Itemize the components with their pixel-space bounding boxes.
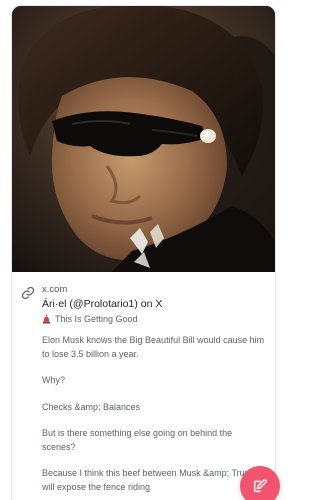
- link-subtitle-row: This Is Getting Good: [42, 313, 263, 326]
- link-domain: x.com: [42, 284, 68, 295]
- page: x.com Ári·el (@Prolotario1) on X This Is…: [0, 0, 288, 500]
- post-paragraph: Because I think this beef between Musk &…: [42, 468, 258, 492]
- police-siren-icon: [42, 315, 51, 324]
- card-content: x.com Ári·el (@Prolotario1) on X This Is…: [12, 272, 275, 500]
- post-paragraph: But is there something else going on beh…: [42, 428, 233, 452]
- link-icon: [21, 286, 35, 300]
- post-body: Elon Musk knows the Big Beautiful Bill w…: [12, 334, 275, 494]
- compose-fab-button[interactable]: [240, 466, 280, 500]
- link-title[interactable]: Ári·el (@Prolotario1) on X: [42, 297, 263, 311]
- preview-image[interactable]: [12, 6, 275, 272]
- link-meta[interactable]: x.com Ári·el (@Prolotario1) on X This Is…: [12, 284, 275, 326]
- link-subtitle: This Is Getting Good: [55, 314, 138, 324]
- post-paragraph: Why?: [42, 375, 66, 385]
- post-paragraph: Checks &amp; Balances: [42, 401, 141, 412]
- link-preview-card[interactable]: x.com Ári·el (@Prolotario1) on X This Is…: [11, 5, 276, 500]
- edit-icon: [252, 478, 268, 494]
- portrait-image: [12, 6, 275, 272]
- post-paragraph: Elon Musk knows the Big Beautiful Bill w…: [42, 335, 265, 359]
